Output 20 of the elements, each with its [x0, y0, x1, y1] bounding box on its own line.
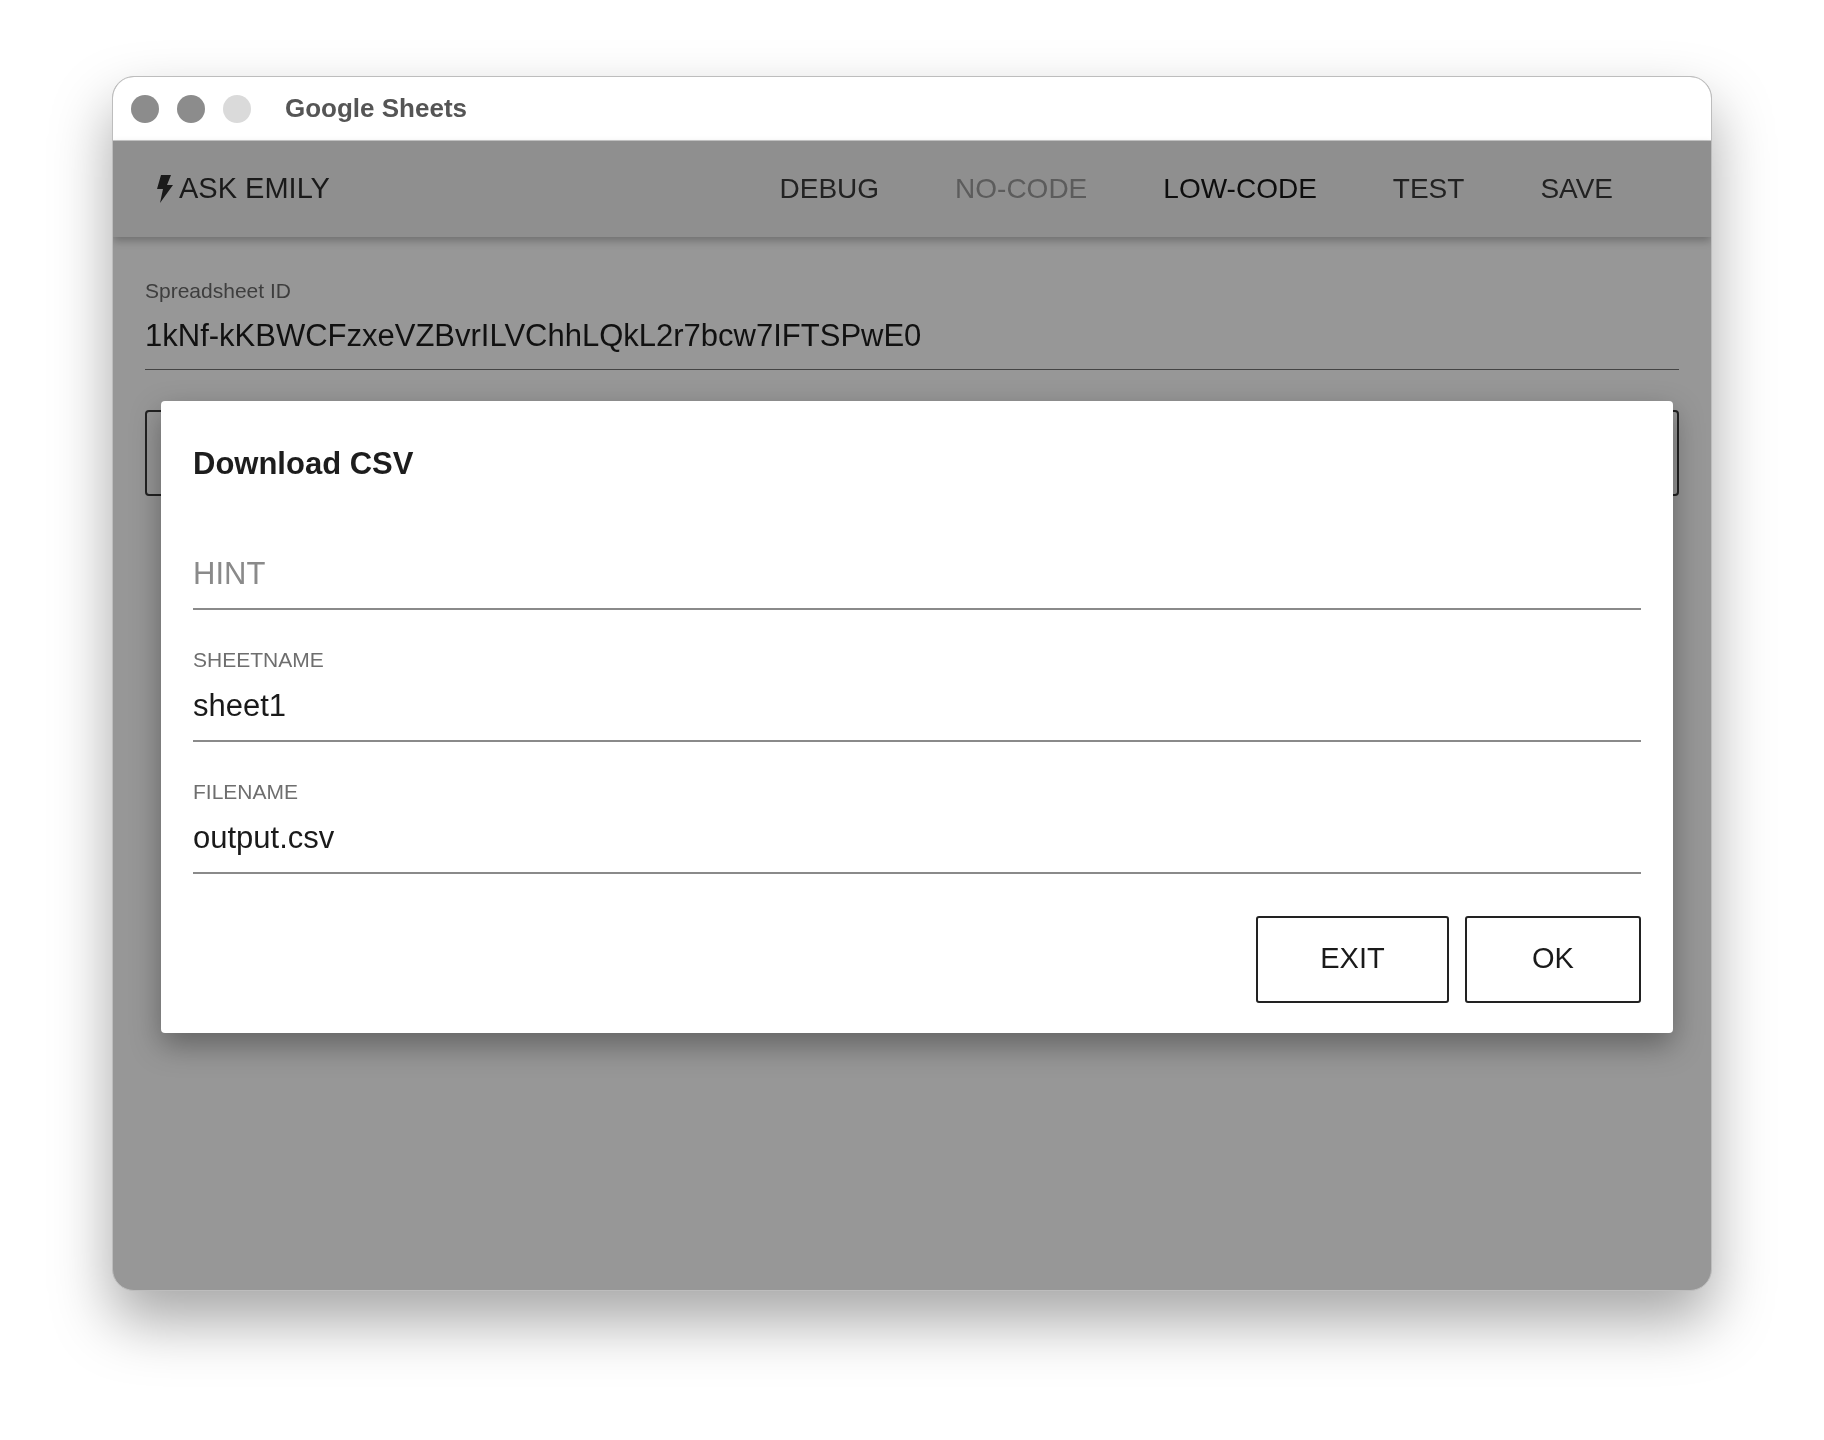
spreadsheet-id-field[interactable]: Spreadsheet ID 1kNf-kKBWCFzxeVZBvrILVChhLQkL2r7bcw7IFTSPwE0	[145, 275, 1679, 370]
ask-button[interactable]: ASK EMILY	[157, 167, 330, 211]
field-value: 1kNf-kKBWCFzxeVZBvrILVChhLQkL2r7bcw7IFTSPwE0	[145, 316, 923, 355]
dialog-button[interactable]: EXIT	[1256, 915, 1449, 1003]
field-label: SHEETNAME	[193, 646, 325, 673]
toolbar-button[interactable]: SAVE	[1502, 168, 1651, 210]
lightning-icon	[157, 175, 173, 203]
dialog-title: Download CSV	[193, 445, 415, 481]
input-field[interactable]: sheet1	[193, 683, 1641, 742]
field-label: FILENAME	[193, 778, 300, 805]
window-title: Google Sheets	[285, 92, 468, 125]
field-label: Spreadsheet ID	[145, 278, 292, 304]
mode-tab[interactable]: LOW-CODE	[1125, 168, 1355, 210]
input-field[interactable]: output.csv	[193, 815, 1641, 874]
toolbar-button[interactable]: DEBUG	[741, 168, 918, 210]
input-field[interactable]: HINT	[193, 551, 1641, 610]
toolbar-button[interactable]: TEST	[1354, 168, 1503, 210]
minimize-button[interactable]	[177, 94, 205, 123]
dialog-button[interactable]: OK	[1465, 915, 1641, 1003]
close-button[interactable]	[131, 94, 159, 123]
